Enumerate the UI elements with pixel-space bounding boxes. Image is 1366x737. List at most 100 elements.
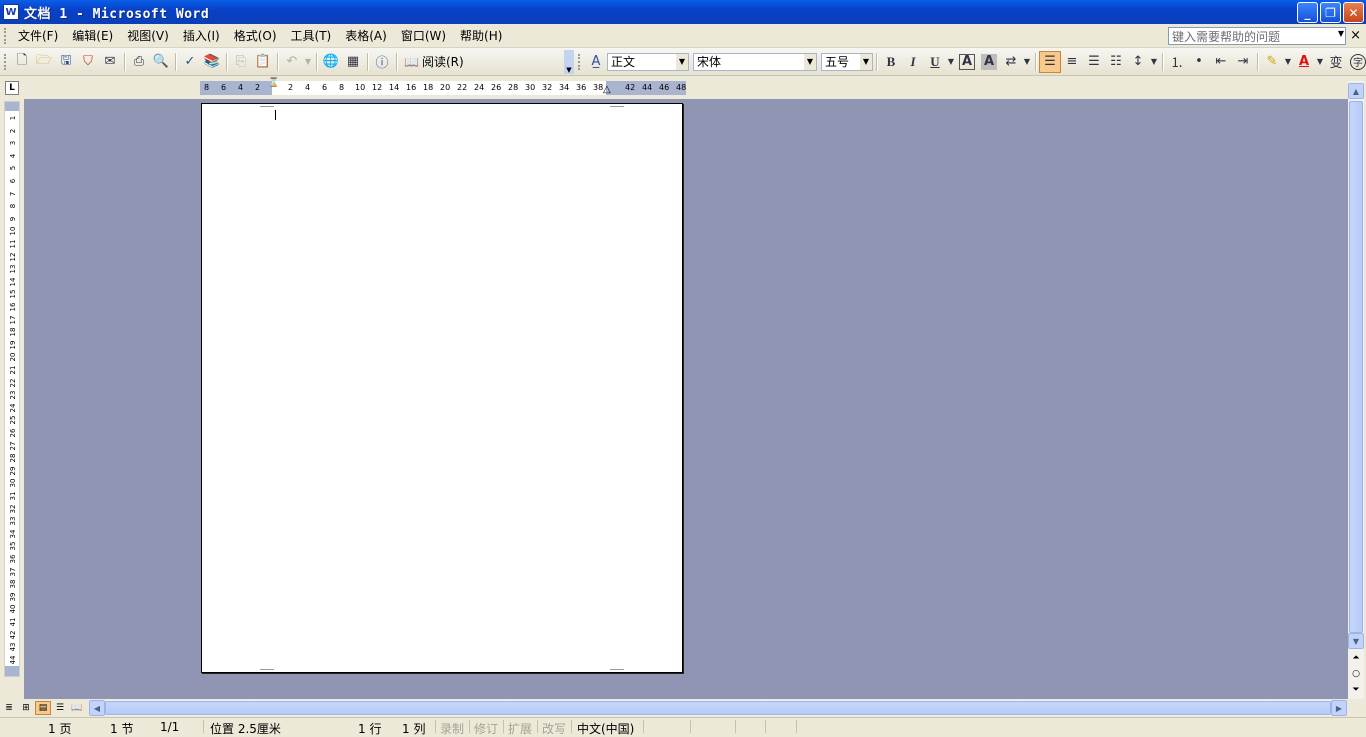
underline-dropdown-icon[interactable]: ▼: [946, 51, 956, 73]
menu-help[interactable]: 帮助(H): [453, 25, 509, 46]
save-icon[interactable]: 🖫: [55, 51, 77, 73]
next-page-icon[interactable]: ⏷: [1348, 683, 1364, 697]
read-button[interactable]: 📖 阅读(R): [400, 53, 468, 70]
italic-button[interactable]: I: [902, 51, 924, 73]
copy-icon[interactable]: ⎘: [230, 51, 252, 73]
undo-dropdown-icon[interactable]: ▼: [303, 51, 313, 73]
style-select[interactable]: 正文 ▼: [607, 52, 689, 71]
tab-selector[interactable]: L: [5, 81, 19, 95]
word-doc-icon[interactable]: W: [3, 4, 19, 20]
status-track-changes[interactable]: 修订: [474, 720, 498, 737]
document-close-icon[interactable]: ×: [1350, 28, 1361, 43]
menu-view[interactable]: 视图(V): [120, 25, 176, 46]
increase-indent-icon[interactable]: ⇥: [1232, 51, 1254, 73]
chevron-down-icon[interactable]: ▼: [676, 53, 688, 70]
styles-pane-icon[interactable]: A̲: [585, 51, 607, 73]
horizontal-scroll-thumb[interactable]: [105, 701, 1331, 715]
underline-button[interactable]: U: [924, 51, 946, 73]
enclose-char-button[interactable]: 字: [1350, 53, 1366, 70]
open-folder-icon[interactable]: 🗁: [33, 51, 55, 73]
scroll-up-icon[interactable]: ▲: [1348, 83, 1364, 99]
vertical-scrollbar[interactable]: ▲ ▼ ⏶ ○ ⏷: [1348, 81, 1364, 699]
new-document-icon[interactable]: 🗋: [11, 51, 33, 73]
bullets-icon[interactable]: •: [1188, 51, 1210, 73]
status-position: 位置 2.5厘米: [210, 722, 281, 736]
toolbar-grip[interactable]: [4, 53, 7, 70]
document-page[interactable]: [201, 103, 683, 673]
chevron-down-icon[interactable]: ▼: [804, 53, 816, 70]
char-scale-dropdown-icon[interactable]: ▼: [1022, 51, 1032, 73]
align-justify-icon[interactable]: ☰: [1039, 50, 1061, 73]
distribute-icon[interactable]: ☷: [1105, 51, 1127, 73]
menu-insert[interactable]: 插入(I): [176, 25, 227, 46]
research-icon[interactable]: 📚: [201, 51, 223, 73]
align-right-icon[interactable]: ☰: [1083, 51, 1105, 73]
ruler-tick-label: 4: [238, 83, 244, 92]
char-border-button[interactable]: A: [959, 53, 975, 70]
help-icon[interactable]: ⓘ: [371, 51, 393, 73]
highlight-dropdown-icon[interactable]: ▼: [1283, 51, 1293, 73]
print-layout-icon[interactable]: ▤: [35, 701, 51, 715]
paste-icon[interactable]: 📋: [252, 51, 274, 73]
menu-table[interactable]: 表格(A): [338, 25, 394, 46]
normal-view-icon[interactable]: ≣: [1, 701, 17, 715]
menu-file[interactable]: 文件(F): [11, 25, 65, 46]
phonetic-guide-button[interactable]: 变: [1325, 51, 1347, 73]
scroll-right-icon[interactable]: ▶: [1331, 700, 1347, 716]
print-preview-icon[interactable]: 🔍: [150, 51, 172, 73]
line-spacing-dropdown-icon[interactable]: ▼: [1149, 51, 1159, 73]
font-color-dropdown-icon[interactable]: ▼: [1315, 51, 1325, 73]
vertical-scroll-thumb[interactable]: [1349, 101, 1363, 633]
chevron-down-icon[interactable]: ▼: [860, 53, 872, 70]
close-button[interactable]: ✕: [1343, 2, 1364, 23]
horizontal-ruler[interactable]: 8 6 4 2 2 4 6 8 10 12 14 16 18 20 22 24 26 28 30 32 34 36 38 42…: [200, 78, 687, 95]
reading-layout-icon[interactable]: 📖: [69, 701, 85, 715]
chevron-down-icon[interactable]: ▼: [1338, 29, 1344, 38]
font-select[interactable]: 宋体 ▼: [693, 52, 817, 71]
status-extend[interactable]: 扩展: [508, 720, 532, 737]
select-browse-object-icon[interactable]: ○: [1348, 667, 1364, 681]
ruler-tick-label: 31: [9, 491, 17, 501]
line-spacing-icon[interactable]: ↕: [1127, 51, 1149, 73]
previous-page-icon[interactable]: ⏶: [1348, 651, 1364, 665]
undo-icon[interactable]: ↶: [281, 51, 303, 73]
ruler-tick-label: 48: [676, 83, 687, 92]
web-layout-icon[interactable]: ⊞: [18, 701, 34, 715]
minimize-button[interactable]: _: [1297, 2, 1318, 23]
char-scale-icon[interactable]: ⇄: [1000, 51, 1022, 73]
font-size-select[interactable]: 五号 ▼: [821, 52, 873, 71]
bold-button[interactable]: B: [880, 51, 902, 73]
status-overtype[interactable]: 改写: [542, 720, 566, 737]
menubar-grip[interactable]: [4, 27, 7, 44]
toolbar-options-icon[interactable]: ▼: [564, 49, 574, 74]
scroll-left-icon[interactable]: ◀: [89, 700, 105, 716]
font-color-button[interactable]: A: [1293, 51, 1315, 73]
highlight-icon[interactable]: ✎: [1261, 51, 1283, 73]
email-icon[interactable]: ✉: [99, 51, 121, 73]
menu-edit[interactable]: 编辑(E): [65, 25, 120, 46]
status-record[interactable]: 录制: [440, 720, 464, 737]
numbering-icon[interactable]: ⒈: [1166, 51, 1188, 73]
ruler-tick-label: 36: [9, 554, 17, 564]
menu-format[interactable]: 格式(O): [227, 25, 284, 46]
align-center-icon[interactable]: ≡: [1061, 51, 1083, 73]
first-line-indent-icon[interactable]: ⌛: [268, 78, 279, 88]
menu-window[interactable]: 窗口(W): [394, 25, 453, 46]
spelling-icon[interactable]: ✓: [179, 51, 201, 73]
permission-icon[interactable]: ⛉: [77, 51, 99, 73]
hyperlink-icon[interactable]: 🌐: [320, 51, 342, 73]
help-search-input[interactable]: 键入需要帮助的问题 ▼: [1168, 27, 1346, 45]
insert-table-icon[interactable]: ▦: [342, 51, 364, 73]
format-toolbar-grip[interactable]: [578, 53, 581, 70]
right-indent-icon[interactable]: △: [603, 84, 611, 95]
vertical-ruler[interactable]: 1 2 3 4 5 6 7 8 9 10 11 12 13 14 15 16 17 18 19 20 21 22 23 24 2…: [4, 101, 20, 677]
char-shading-button[interactable]: A: [981, 53, 997, 70]
outline-view-icon[interactable]: ☰: [52, 701, 68, 715]
decrease-indent-icon[interactable]: ⇤: [1210, 51, 1232, 73]
restore-button[interactable]: ❐: [1320, 2, 1341, 23]
print-icon[interactable]: ⎙: [128, 51, 150, 73]
scroll-down-icon[interactable]: ▼: [1348, 633, 1364, 649]
menu-tools[interactable]: 工具(T): [284, 25, 339, 46]
document-workspace[interactable]: [24, 99, 1348, 699]
horizontal-scrollbar[interactable]: ◀ ▶: [89, 700, 1347, 716]
